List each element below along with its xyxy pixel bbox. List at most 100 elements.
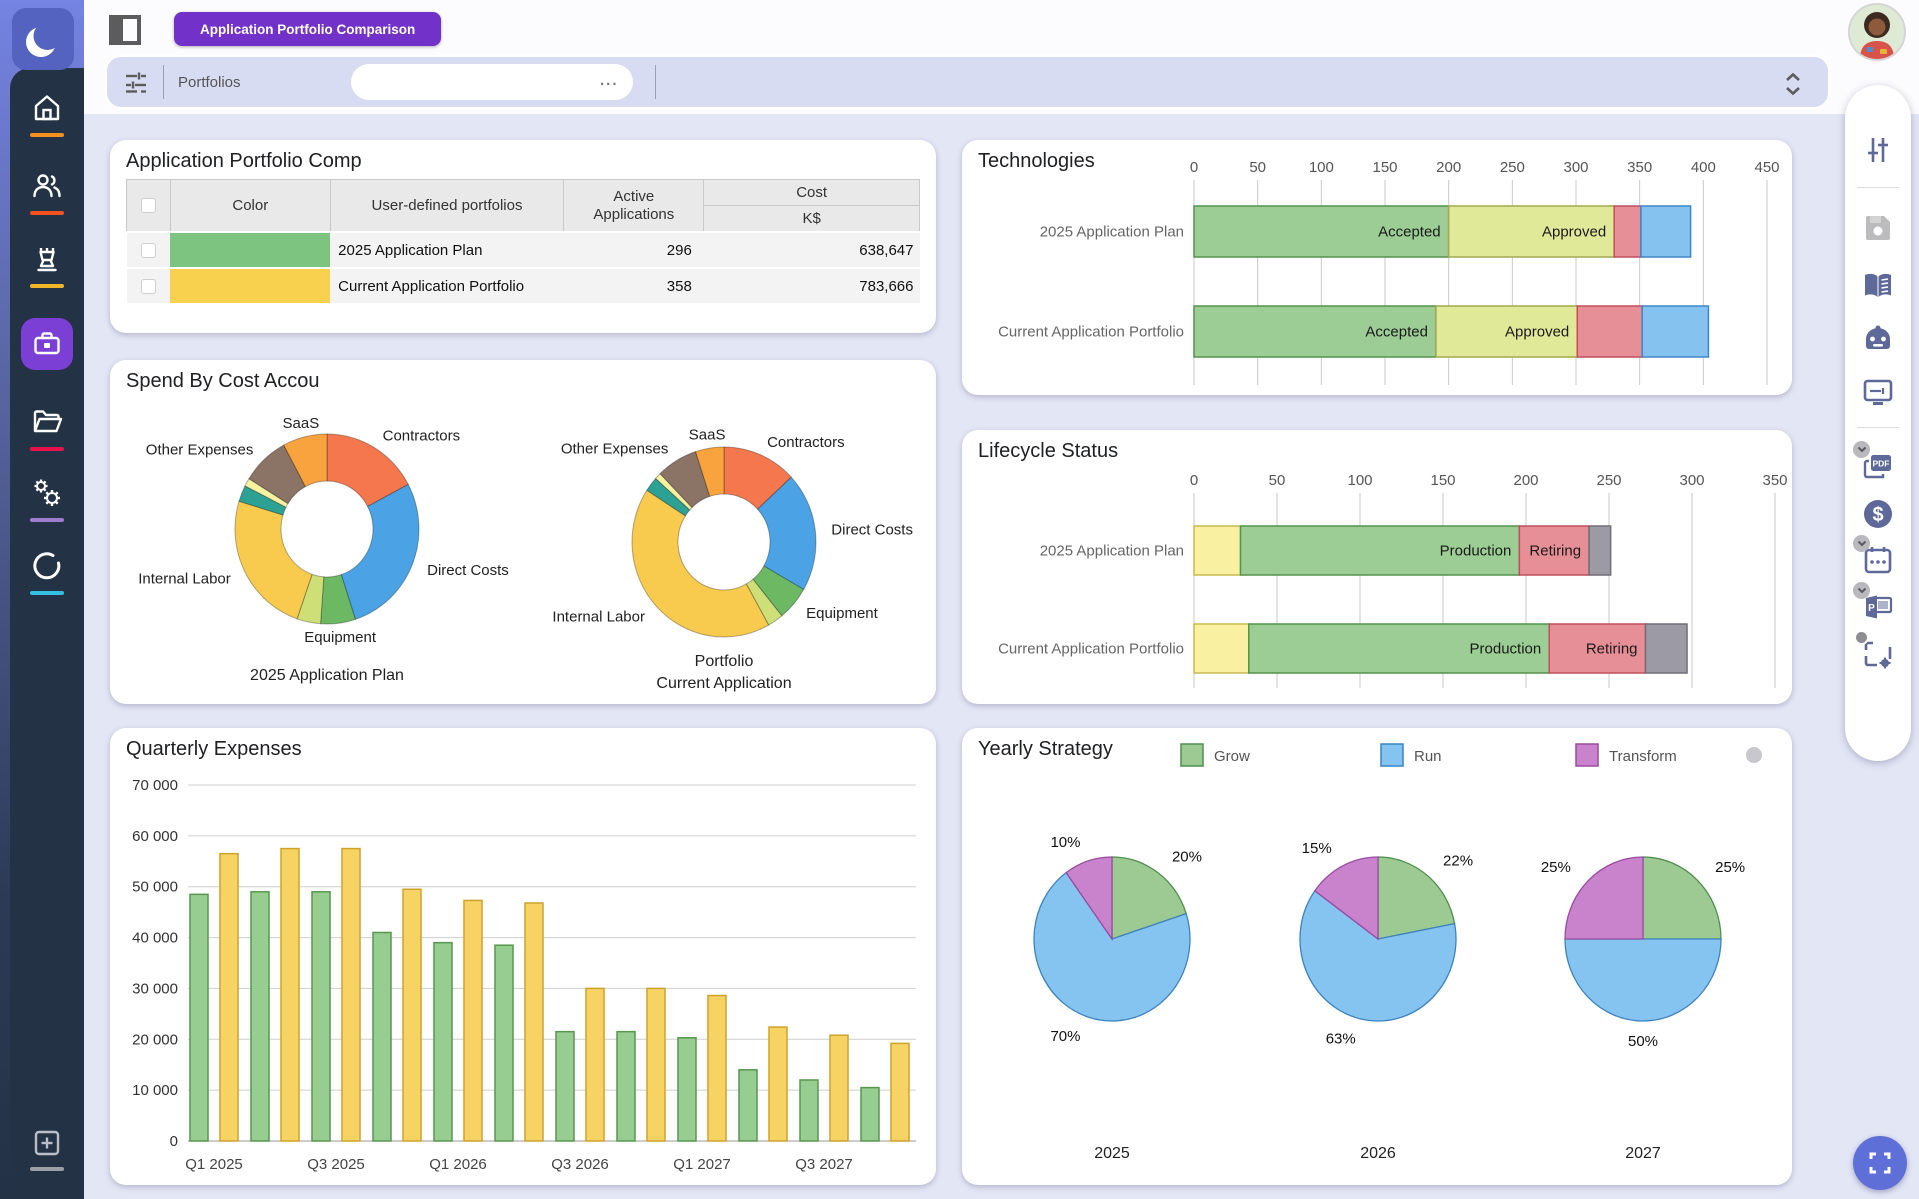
svg-text:Direct Costs: Direct Costs: [831, 522, 913, 539]
svg-text:10%: 10%: [1050, 834, 1080, 851]
robot-icon: [1861, 322, 1895, 356]
user-avatar[interactable]: [1848, 3, 1906, 61]
svg-text:$: $: [1872, 504, 1883, 526]
svg-text:Current Application Portfolio: Current Application Portfolio: [998, 324, 1184, 341]
toolbar-save-button[interactable]: [1861, 211, 1895, 245]
sidebar-item-home[interactable]: [10, 92, 84, 137]
svg-text:Production: Production: [1470, 641, 1542, 658]
toolbar-costs-button[interactable]: $: [1861, 497, 1895, 531]
filter-sliders-icon[interactable]: [123, 69, 149, 95]
right-toolbar: PDF $: [1845, 85, 1911, 761]
quarterly-title: Quarterly Expenses: [126, 738, 302, 761]
col-color: Color: [170, 180, 330, 233]
svg-text:Q3 2026: Q3 2026: [551, 1156, 609, 1173]
svg-text:300: 300: [1563, 159, 1588, 176]
chevron-down-badge: [1853, 582, 1870, 599]
technologies-chart: 0501001502002503003504004502025 Applicat…: [962, 140, 1792, 395]
svg-text:Transform: Transform: [1609, 748, 1677, 765]
toolbar-schedule-button[interactable]: [1861, 543, 1895, 577]
svg-text:50%: 50%: [1628, 1033, 1658, 1050]
card-technologies: Technologies 050100150200250300350400450…: [962, 140, 1792, 395]
lifecycle-title: Lifecycle Status: [978, 440, 1118, 463]
svg-text:300: 300: [1679, 472, 1704, 489]
svg-text:Direct Costs: Direct Costs: [427, 562, 509, 579]
svg-text:0: 0: [1190, 472, 1198, 489]
chevron-down-badge: [1853, 441, 1870, 458]
toolbar-export-ppt-button[interactable]: P: [1861, 590, 1895, 624]
sidebar-item-portfolio-active[interactable]: [21, 318, 73, 370]
sidebar-item-settings[interactable]: [10, 477, 84, 522]
sidebar-item-sync[interactable]: [10, 550, 84, 595]
portfolio-name: Current Application Portfolio: [330, 268, 564, 303]
sync-circle-icon: [31, 550, 63, 582]
dashboard-title-button[interactable]: Application Portfolio Comparison: [174, 12, 441, 46]
dollar-circle-icon: $: [1861, 497, 1895, 531]
svg-text:2025 Application Plan: 2025 Application Plan: [250, 667, 404, 684]
toolbar-presentation-button[interactable]: [1861, 375, 1895, 409]
col-cost: Cost K$: [704, 180, 920, 233]
filterbar-collapse-toggle[interactable]: [1780, 69, 1806, 104]
active-apps-value: 296: [564, 232, 704, 268]
lifecycle-chart: 0501001502002503003502025 Application Pl…: [962, 430, 1792, 704]
open-book-icon: [1861, 268, 1895, 302]
filter-label: Portfolios: [178, 74, 241, 91]
select-all-checkbox[interactable]: [141, 198, 156, 213]
row-checkbox[interactable]: [141, 243, 156, 258]
table-row[interactable]: Current Application Portfolio 358 783,66…: [127, 268, 920, 303]
svg-text:40 000: 40 000: [132, 930, 178, 947]
svg-text:25%: 25%: [1541, 859, 1571, 876]
svg-text:Other Expenses: Other Expenses: [146, 441, 254, 458]
table-row[interactable]: 2025 Application Plan 296 638,647: [127, 232, 920, 268]
sliders-vertical-icon: [1861, 133, 1895, 167]
svg-text:2026: 2026: [1360, 1145, 1396, 1162]
save-floppy-icon: [1861, 211, 1895, 245]
svg-text:Contractors: Contractors: [767, 434, 845, 451]
svg-text:Portfolio: Portfolio: [695, 653, 754, 670]
svg-text:70 000: 70 000: [132, 777, 178, 794]
row-checkbox[interactable]: [141, 279, 156, 294]
sidebar-item-users[interactable]: [10, 170, 84, 215]
svg-text:350: 350: [1762, 472, 1787, 489]
svg-text:20 000: 20 000: [132, 1031, 178, 1048]
svg-text:Q1 2026: Q1 2026: [429, 1156, 487, 1173]
sidebar-item-projects[interactable]: [10, 406, 84, 451]
svg-text:2025 Application Plan: 2025 Application Plan: [1040, 224, 1184, 241]
svg-text:150: 150: [1430, 472, 1455, 489]
toolbar-divider: [1857, 187, 1899, 188]
svg-text:30 000: 30 000: [132, 980, 178, 997]
filter-divider-1: [163, 65, 164, 99]
panel-left-icon: [107, 12, 143, 48]
svg-text:Run: Run: [1414, 748, 1442, 765]
panel-toggle-button[interactable]: [107, 12, 143, 48]
svg-text:0: 0: [170, 1133, 178, 1150]
cost-value: 638,647: [704, 232, 920, 268]
folder-open-icon: [31, 406, 63, 438]
svg-text:SaaS: SaaS: [283, 415, 320, 432]
svg-text:50 000: 50 000: [132, 879, 178, 896]
app-logo[interactable]: [12, 8, 74, 70]
color-swatch: [170, 233, 330, 267]
chevron-down-badge: [1853, 535, 1870, 552]
select-all-cell: [127, 180, 171, 233]
svg-text:10 000: 10 000: [132, 1082, 178, 1099]
toolbar-divider: [1857, 427, 1899, 428]
svg-text:Equipment: Equipment: [806, 605, 879, 622]
chess-piece-icon: [31, 243, 63, 275]
toolbar-assistant-button[interactable]: [1861, 322, 1895, 356]
cost-value: 783,666: [704, 268, 920, 303]
toolbar-filters-button[interactable]: [1861, 133, 1895, 167]
svg-text:P: P: [1868, 603, 1875, 614]
sidebar-item-add[interactable]: [10, 1128, 84, 1171]
toolbar-configure-button[interactable]: [1861, 637, 1895, 671]
home-icon: [31, 92, 63, 124]
toolbar-library-button[interactable]: [1861, 268, 1895, 302]
technologies-title: Technologies: [978, 150, 1095, 173]
sidebar-item-strategy[interactable]: [10, 243, 84, 288]
svg-text:Q1 2025: Q1 2025: [185, 1156, 243, 1173]
portfolio-filter-input[interactable]: [351, 64, 633, 100]
toolbar-export-pdf-button[interactable]: PDF: [1861, 449, 1895, 483]
presentation-screen-icon: [1861, 375, 1895, 409]
fullscreen-button[interactable]: [1853, 1136, 1907, 1190]
strategy-accent: [30, 284, 64, 288]
filter-more-button[interactable]: ...: [600, 72, 619, 89]
